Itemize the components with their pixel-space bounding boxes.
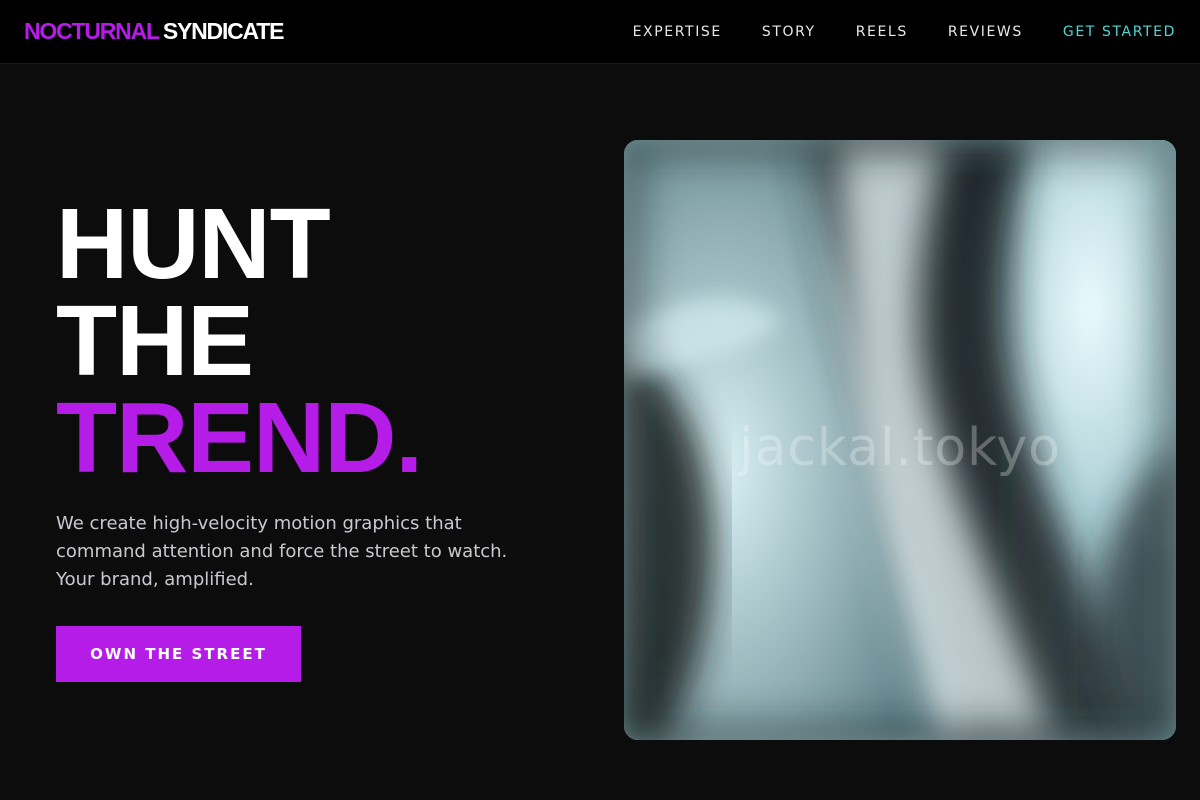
- nav-link-story[interactable]: STORY: [762, 24, 816, 40]
- hero-image: jackal.tokyo: [624, 140, 1176, 740]
- nav-link-get-started[interactable]: GET STARTED: [1063, 24, 1176, 40]
- hero-title-line-3: TREND.: [56, 382, 423, 494]
- hero-title: HUNT THE TREND.: [56, 188, 423, 494]
- hero-title-line-2: THE: [56, 285, 254, 397]
- nav-link-reviews[interactable]: REVIEWS: [948, 24, 1023, 40]
- own-the-street-button[interactable]: OWN THE STREET: [56, 626, 301, 682]
- nav-link-expertise[interactable]: EXPERTISE: [633, 24, 722, 40]
- top-navbar: NOCTURNAL SYNDICATE EXPERTISE STORY REEL…: [0, 0, 1200, 64]
- hero-title-line-1: HUNT: [56, 188, 331, 300]
- nav-links: EXPERTISE STORY REELS REVIEWS GET STARTE…: [593, 24, 1176, 40]
- logo-main-text: SYNDICATE: [162, 18, 285, 44]
- nav-link-reels[interactable]: REELS: [856, 24, 908, 40]
- image-watermark: jackal.tokyo: [739, 418, 1061, 478]
- logo-accent-text: NOCTURNAL: [24, 18, 160, 44]
- brand-logo[interactable]: NOCTURNAL SYNDICATE: [24, 18, 285, 44]
- hero-description: We create high-velocity motion graphics …: [56, 513, 508, 590]
